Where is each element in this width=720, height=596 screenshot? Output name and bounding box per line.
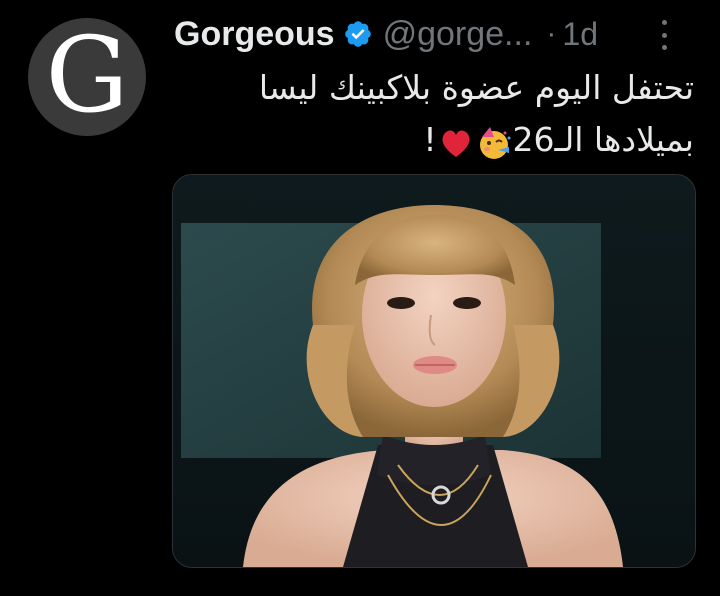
verified-badge-icon bbox=[343, 19, 373, 49]
tweet-media-image[interactable] bbox=[172, 174, 696, 568]
red-heart-emoji-icon bbox=[438, 124, 474, 160]
photo-of-woman-with-bangs-icon bbox=[173, 175, 695, 567]
user-handle[interactable]: @gorge... bbox=[383, 15, 533, 54]
tweet[interactable]: G Gorgeous @gorge... · 1d تحتفل اليوم عض… bbox=[0, 0, 720, 596]
more-options-icon[interactable] bbox=[654, 18, 674, 52]
separator-dot: · bbox=[546, 17, 557, 50]
tweet-text-line-2-suffix: ! bbox=[423, 120, 437, 159]
timestamp[interactable]: 1d bbox=[562, 16, 598, 53]
tweet-text: تحتفل اليوم عضوة بلاكبينك ليسا بميلادها … bbox=[194, 62, 694, 166]
avatar-letter: G bbox=[45, 18, 129, 136]
tweet-text-line-2: بميلادها الـ26 ! bbox=[194, 114, 694, 166]
partying-face-emoji-icon bbox=[476, 124, 512, 160]
tweet-header: Gorgeous @gorge... · 1d bbox=[174, 10, 598, 58]
tweet-text-line-2-prefix: بميلادها الـ26 bbox=[512, 120, 694, 159]
display-name[interactable]: Gorgeous bbox=[174, 15, 335, 54]
avatar[interactable]: G bbox=[28, 18, 146, 136]
tweet-text-line-1: تحتفل اليوم عضوة بلاكبينك ليسا bbox=[258, 68, 694, 107]
